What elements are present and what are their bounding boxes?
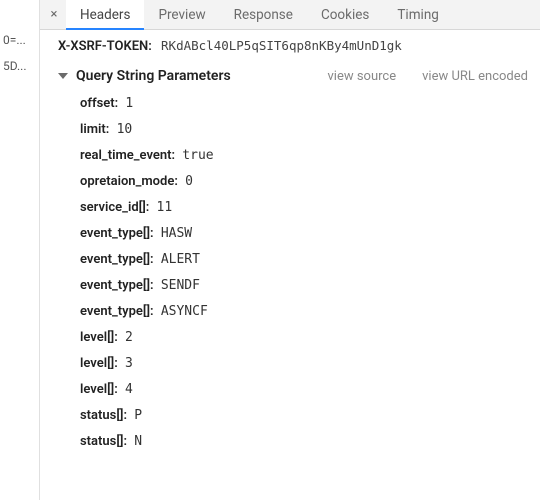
request-list-item[interactable]: 0=...	[0, 27, 39, 53]
param-row: event_type[]: ASYNCF	[80, 302, 528, 322]
param-value: HASW	[161, 226, 192, 241]
request-list-item[interactable]: 5D...	[0, 53, 39, 79]
param-row: opretaion_mode: 0	[80, 172, 528, 192]
param-value: 11	[157, 200, 173, 215]
tab-headers[interactable]: Headers	[66, 0, 144, 30]
view-source-link[interactable]: view source	[328, 69, 397, 84]
tab-cookies[interactable]: Cookies	[307, 0, 383, 30]
request-list-column: 0=... 5D...	[0, 0, 40, 500]
devtools-network-detail: 0=... 5D... × Headers Preview Response C…	[0, 0, 540, 500]
request-header-row: X-XSRF-TOKEN: RKdABcl40LP5qSIT6qp8nKBy4m…	[58, 38, 528, 54]
header-name: X-XSRF-TOKEN:	[58, 39, 152, 54]
param-name: opretaion_mode:	[80, 174, 178, 189]
param-row: status[]: P	[80, 406, 528, 426]
param-row: level[]: 3	[80, 354, 528, 374]
param-row: level[]: 4	[80, 380, 528, 400]
param-value: P	[134, 408, 142, 423]
param-name: status[]:	[80, 434, 127, 449]
param-value: ALERT	[161, 252, 200, 267]
triangle-down-icon	[58, 73, 68, 79]
param-name: real_time_event:	[80, 148, 175, 163]
param-value: 0	[185, 174, 193, 189]
header-value: RKdABcl40LP5qSIT6qp8nKBy4mUnD1gk	[161, 38, 402, 53]
param-row: level[]: 2	[80, 328, 528, 348]
param-name: level[]:	[80, 356, 118, 371]
param-name: event_type[]:	[80, 304, 154, 319]
tab-response[interactable]: Response	[220, 0, 307, 30]
param-value: ASYNCF	[161, 304, 208, 319]
section-title: Query String Parameters	[76, 68, 231, 84]
param-row: event_type[]: HASW	[80, 224, 528, 244]
param-value: SENDF	[161, 278, 200, 293]
tab-preview[interactable]: Preview	[144, 0, 219, 30]
param-row: real_time_event: true	[80, 146, 528, 166]
param-name: limit:	[80, 122, 109, 137]
param-row: limit: 10	[80, 120, 528, 140]
close-icon[interactable]: ×	[44, 5, 64, 25]
tab-timing[interactable]: Timing	[383, 0, 453, 30]
param-value: 3	[125, 356, 133, 371]
view-url-encoded-link[interactable]: view URL encoded	[422, 69, 528, 84]
param-name: offset:	[80, 96, 118, 111]
param-row: service_id[]: 11	[80, 198, 528, 218]
param-name: event_type[]:	[80, 278, 154, 293]
param-row: event_type[]: SENDF	[80, 276, 528, 296]
param-row: status[]: N	[80, 432, 528, 452]
param-value: 2	[125, 330, 133, 345]
param-value: 10	[117, 122, 133, 137]
param-name: service_id[]:	[80, 200, 149, 215]
param-value: N	[134, 434, 142, 449]
param-name: status[]:	[80, 408, 127, 423]
param-value: true	[182, 148, 213, 163]
detail-tabbar: × Headers Preview Response Cookies Timin…	[40, 0, 540, 30]
param-name: level[]:	[80, 330, 118, 345]
param-row: event_type[]: ALERT	[80, 250, 528, 270]
detail-panel: × Headers Preview Response Cookies Timin…	[40, 0, 540, 500]
query-string-section-header[interactable]: Query String Parameters view source view…	[58, 68, 528, 84]
headers-content: X-XSRF-TOKEN: RKdABcl40LP5qSIT6qp8nKBy4m…	[40, 30, 540, 500]
param-value: 1	[125, 96, 133, 111]
param-name: level[]:	[80, 382, 118, 397]
param-value: 4	[125, 382, 133, 397]
param-row: offset: 1	[80, 94, 528, 114]
param-name: event_type[]:	[80, 252, 154, 267]
query-params-list: offset: 1limit: 10real_time_event: trueo…	[80, 94, 528, 452]
section-actions: view source view URL encoded	[328, 69, 529, 84]
param-name: event_type[]:	[80, 226, 154, 241]
